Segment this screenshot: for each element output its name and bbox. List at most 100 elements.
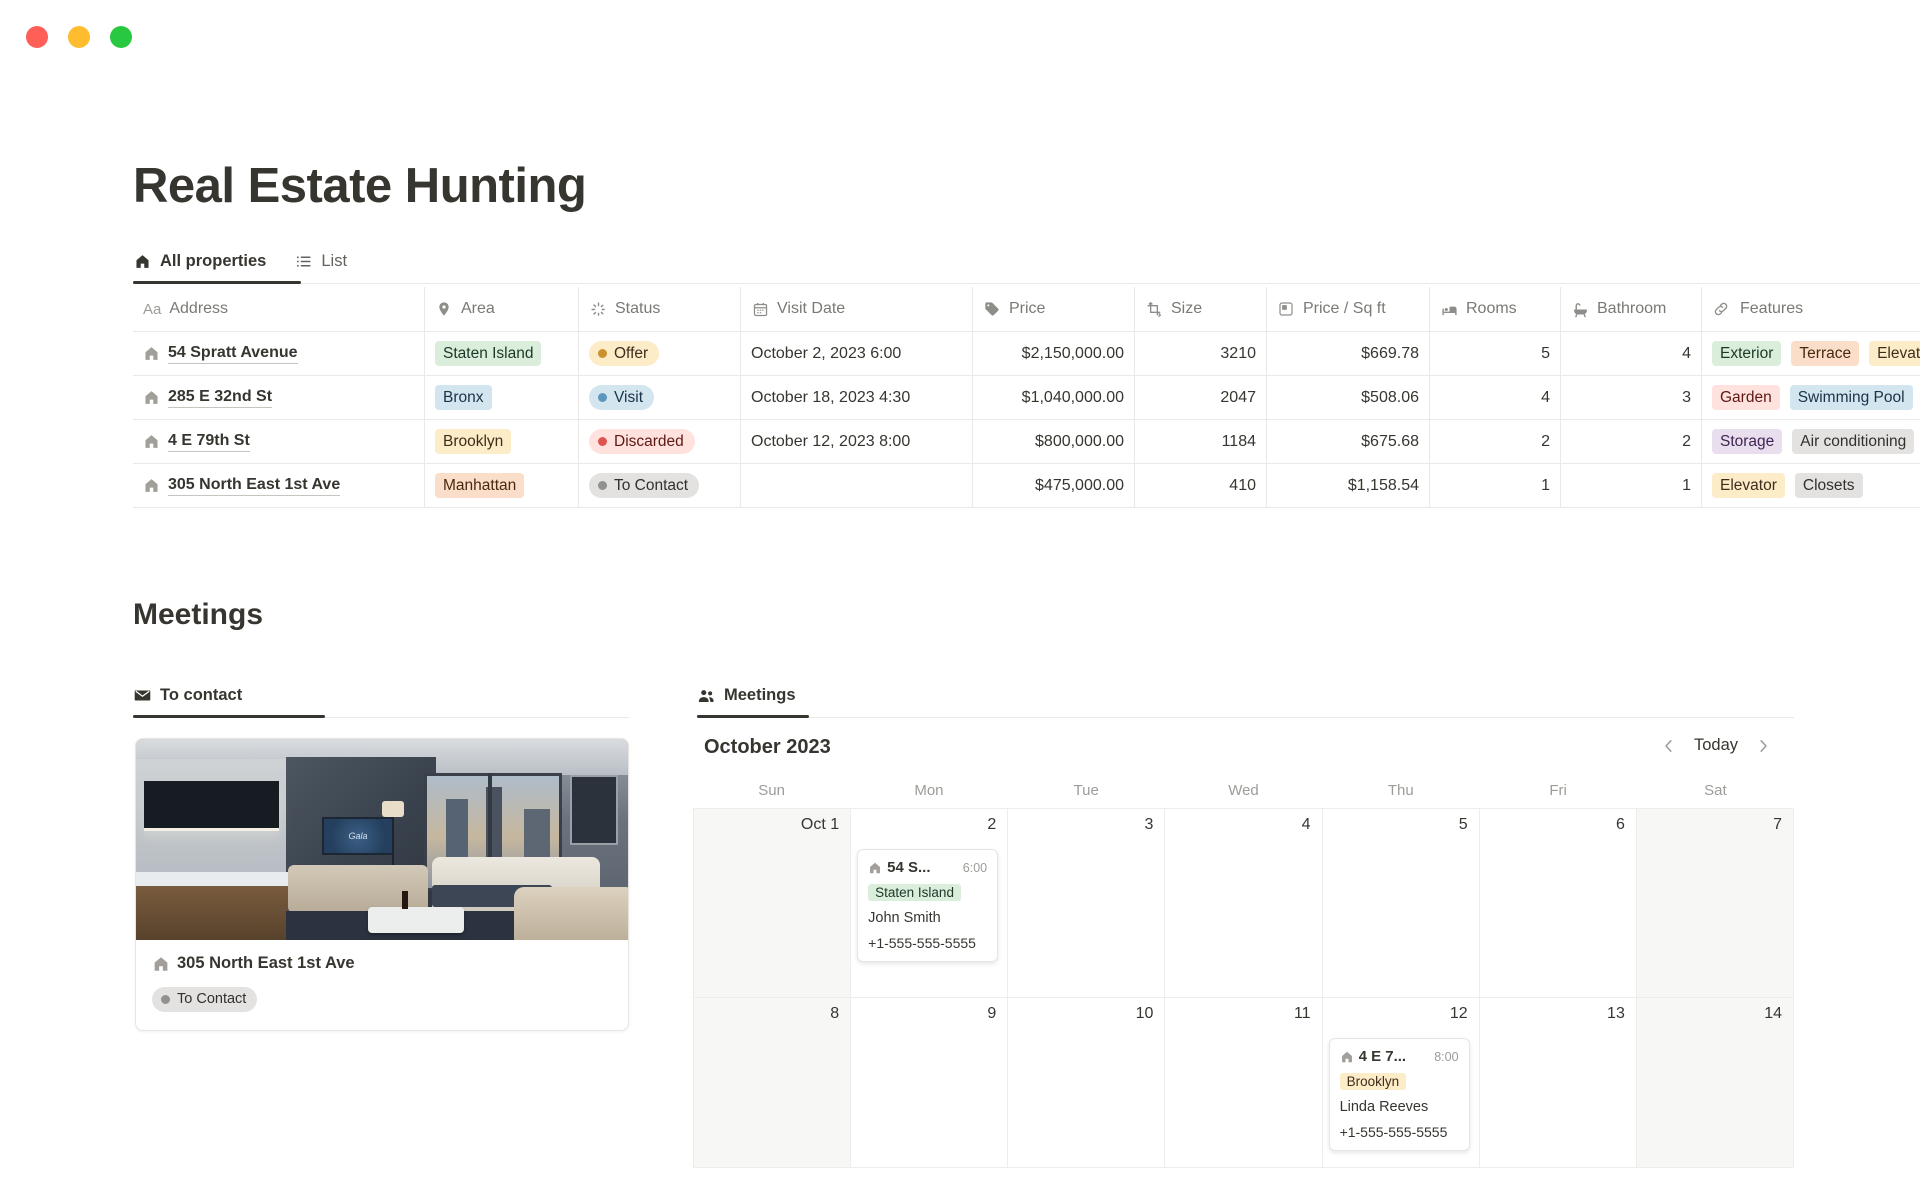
area-cell[interactable]: Brooklyn [425,420,579,463]
column-header-features[interactable]: Features [1702,287,1920,331]
size-cell[interactable]: 410 [1135,464,1267,507]
column-header-rooms[interactable]: Rooms [1430,287,1561,331]
calendar-event-card[interactable]: 4 E 7... 8:00 Brooklyn Linda Reeves +1-5… [1329,1038,1470,1151]
bathroom-cell[interactable]: 1 [1561,464,1702,507]
visit-date-cell[interactable]: October 12, 2023 8:00 [741,420,973,463]
minimize-window-button[interactable] [68,26,90,48]
zoom-window-button[interactable] [110,26,132,48]
features-cell[interactable]: Elevator Closets [1702,464,1920,507]
column-header-bathroom[interactable]: Bathroom [1561,287,1702,331]
event-time: 8:00 [1434,1050,1458,1064]
column-header-area[interactable]: Area [425,287,579,331]
column-header-size[interactable]: Size [1135,287,1267,331]
size-cell[interactable]: 2047 [1135,376,1267,419]
address-link[interactable]: 285 E 32nd St [168,388,272,408]
area-cell[interactable]: Manhattan [425,464,579,507]
bathroom-cell[interactable]: 2 [1561,420,1702,463]
table-row: 54 Spratt Avenue Staten Island Offer Oct… [133,332,1920,376]
calendar-day-cell[interactable]: 4 [1165,809,1322,998]
calendar-day-cell[interactable]: 14 [1637,998,1794,1168]
close-window-button[interactable] [26,26,48,48]
area-cell[interactable]: Bronx [425,376,579,419]
previous-month-button[interactable] [1660,737,1678,755]
area-cell[interactable]: Staten Island [425,332,579,375]
house-icon [868,861,882,875]
calendar-day-cell[interactable]: 7 [1637,809,1794,998]
column-header-visit-date[interactable]: Visit Date [741,287,973,331]
price-sqft-cell[interactable]: $1,158.54 [1267,464,1430,507]
address-cell[interactable]: 305 North East 1st Ave [133,464,425,507]
size-cell[interactable]: 3210 [1135,332,1267,375]
table-row: 305 North East 1st Ave Manhattan To Cont… [133,464,1920,508]
price-cell[interactable]: $1,040,000.00 [973,376,1135,419]
address-cell[interactable]: 285 E 32nd St [133,376,425,419]
calendar-day-cell[interactable]: 8 [694,998,851,1168]
status-pill: Discarded [589,429,695,454]
event-phone-link[interactable]: +1-555-555-5555 [868,935,987,951]
house-icon [152,955,169,972]
column-header-price-sqft[interactable]: Price / Sq ft [1267,287,1430,331]
rooms-cell[interactable]: 5 [1430,332,1561,375]
features-cell[interactable]: Garden Swimming Pool [1702,376,1920,419]
size-cell[interactable]: 1184 [1135,420,1267,463]
next-month-button[interactable] [1754,737,1772,755]
feature-tag: Storage [1712,429,1782,454]
visit-date-cell[interactable] [741,464,973,507]
calendar-day-cell[interactable]: 6 [1480,809,1637,998]
calendar-day-cell[interactable]: 3 [1008,809,1165,998]
calendar-week-row: Oct 1 2 54 S... 6:00 Staten Island John … [694,809,1794,998]
status-cell[interactable]: Offer [579,332,741,375]
envelope-icon [133,687,151,705]
calendar-icon [751,300,769,318]
calendar-day-cell[interactable]: 10 [1008,998,1165,1168]
calendar-day-cell[interactable]: 12 4 E 7... 8:00 Brooklyn Linda Reeves +… [1323,998,1480,1168]
features-cell[interactable]: Storage Air conditioning [1702,420,1920,463]
price-cell[interactable]: $800,000.00 [973,420,1135,463]
tab-meetings[interactable]: Meetings [697,686,796,717]
calendar-event-card[interactable]: 54 S... 6:00 Staten Island John Smith +1… [857,849,998,962]
address-link[interactable]: 4 E 79th St [168,432,250,452]
tab-all-properties[interactable]: All properties [133,252,266,283]
visit-date-cell[interactable]: October 2, 2023 6:00 [741,332,973,375]
area-tag: Bronx [435,385,492,410]
address-link[interactable]: 54 Spratt Avenue [168,344,298,364]
column-header-price[interactable]: Price [973,287,1135,331]
price-cell[interactable]: $2,150,000.00 [973,332,1135,375]
address-cell[interactable]: 4 E 79th St [133,420,425,463]
calendar-day-cell[interactable]: 13 [1480,998,1637,1168]
rooms-cell[interactable]: 1 [1430,464,1561,507]
card-address: 305 North East 1st Ave [177,954,355,973]
feature-tag: Closets [1795,473,1863,498]
tab-to-contact[interactable]: To contact [133,686,242,717]
rooms-cell[interactable]: 4 [1430,376,1561,419]
visit-date-cell[interactable]: October 18, 2023 4:30 [741,376,973,419]
today-button[interactable]: Today [1694,736,1738,755]
column-header-address[interactable]: Aa Address [133,287,425,331]
price-sqft-cell[interactable]: $508.06 [1267,376,1430,419]
status-cell[interactable]: Visit [579,376,741,419]
rooms-cell[interactable]: 2 [1430,420,1561,463]
features-cell[interactable]: Exterior Terrace Elevator [1702,332,1920,375]
event-area-tag: Staten Island [868,884,961,901]
calendar-day-cell[interactable]: 11 [1165,998,1322,1168]
calendar-day-cell[interactable]: 2 54 S... 6:00 Staten Island John Smith … [851,809,1008,998]
price-cell[interactable]: $475,000.00 [973,464,1135,507]
active-tab-underline [133,281,301,284]
status-cell[interactable]: Discarded [579,420,741,463]
calendar-day-cell[interactable]: Oct 1 [694,809,851,998]
event-phone-link[interactable]: +1-555-555-5555 [1340,1124,1459,1140]
calendar-day-cell[interactable]: 9 [851,998,1008,1168]
event-title: 4 E 7... [1359,1048,1430,1065]
bathroom-cell[interactable]: 4 [1561,332,1702,375]
contact-property-card[interactable]: Gala 305 North East 1st Ave To Contact [135,738,629,1031]
price-sqft-cell[interactable]: $669.78 [1267,332,1430,375]
tab-list[interactable]: List [294,252,347,283]
price-sqft-cell[interactable]: $675.68 [1267,420,1430,463]
address-link[interactable]: 305 North East 1st Ave [168,476,340,496]
event-time: 6:00 [963,861,987,875]
address-cell[interactable]: 54 Spratt Avenue [133,332,425,375]
calendar-day-cell[interactable]: 5 [1323,809,1480,998]
column-header-status[interactable]: Status [579,287,741,331]
status-cell[interactable]: To Contact [579,464,741,507]
bathroom-cell[interactable]: 3 [1561,376,1702,419]
